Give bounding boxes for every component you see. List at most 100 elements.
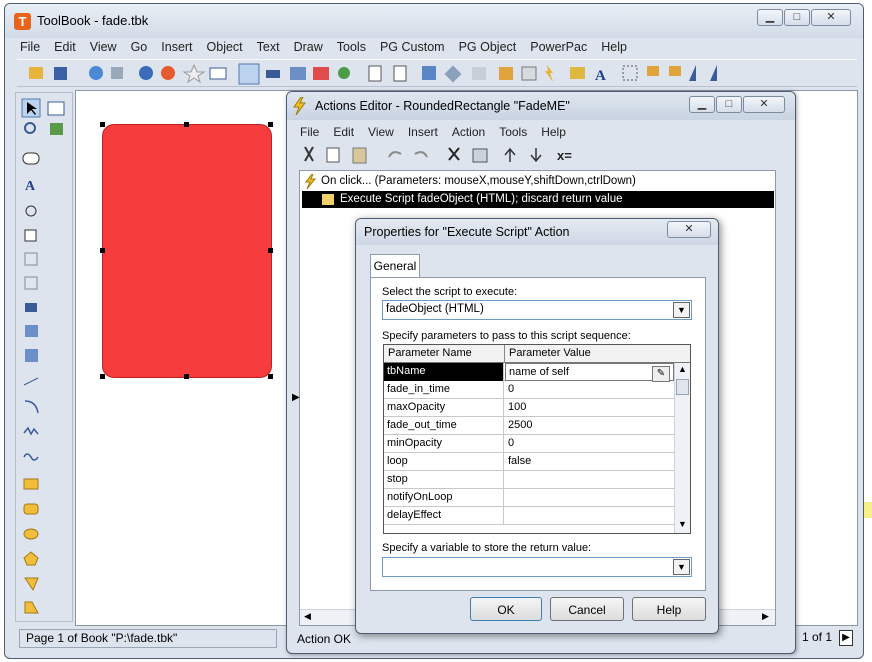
scroll-down-icon[interactable]: ▼: [678, 519, 687, 529]
dialog-close-button[interactable]: ✕: [667, 221, 711, 238]
variable-icon: x=: [557, 148, 572, 163]
editor-menu-insert[interactable]: Insert: [401, 123, 445, 141]
chevron-down-icon[interactable]: ▼: [673, 302, 690, 318]
selection-handle[interactable]: [100, 248, 105, 253]
param-row[interactable]: minOpacity 0: [384, 435, 674, 453]
param-row[interactable]: loop false: [384, 453, 674, 471]
editor-close-button[interactable]: ✕: [743, 96, 785, 113]
toolbar-icons[interactable]: A: [17, 60, 857, 88]
param-value[interactable]: [505, 489, 674, 507]
minimize-button[interactable]: ▁: [757, 9, 783, 26]
grid-body: tbName name of self fade_in_time 0 maxOpacit…: [384, 363, 674, 533]
app-title: ToolBook - fade.tbk: [37, 13, 149, 28]
cancel-button[interactable]: Cancel: [550, 597, 624, 621]
record-field-tool-icon: [24, 276, 38, 290]
selection-handle[interactable]: [268, 248, 273, 253]
menu-object[interactable]: Object: [200, 38, 250, 56]
editor-menu-view[interactable]: View: [361, 123, 401, 141]
next-page-button[interactable]: ▶: [839, 630, 853, 646]
radio-tool-icon: [25, 205, 37, 217]
menu-tools[interactable]: Tools: [330, 38, 373, 56]
line-tool-icon: [23, 377, 39, 386]
scroll-thumb[interactable]: [676, 379, 689, 395]
close-button[interactable]: ✕: [811, 9, 851, 26]
event-lightning-icon: [305, 174, 317, 189]
menu-go[interactable]: Go: [124, 38, 155, 56]
help-button[interactable]: Help: [632, 597, 706, 621]
menu-pg-object[interactable]: PG Object: [452, 38, 524, 56]
param-row[interactable]: maxOpacity 100: [384, 399, 674, 417]
menu-pg-custom[interactable]: PG Custom: [373, 38, 452, 56]
param-value[interactable]: 100: [505, 399, 674, 417]
menu-insert[interactable]: Insert: [154, 38, 199, 56]
scroll-up-icon[interactable]: ▲: [678, 364, 687, 374]
selection-handle[interactable]: [100, 374, 105, 379]
move-up-icon: [504, 147, 516, 162]
splitter-arrow-icon[interactable]: ▶: [292, 392, 300, 403]
ellipse-tool-icon: [23, 528, 39, 540]
param-name: fade_out_time: [384, 417, 504, 435]
editor-titlebar[interactable]: Actions Editor - RoundedRectangle "FadeM…: [287, 92, 795, 120]
param-value[interactable]: [505, 471, 674, 489]
selection-handle[interactable]: [268, 122, 273, 127]
editor-menu-edit[interactable]: Edit: [326, 123, 361, 141]
param-row[interactable]: fade_in_time 0: [384, 381, 674, 399]
param-value[interactable]: name of self: [505, 363, 674, 381]
scroll-left-icon[interactable]: ◀: [304, 611, 311, 622]
status-left: Page 1 of Book "P:\fade.tbk": [19, 629, 277, 648]
diamond-icon: [444, 65, 462, 83]
param-value[interactable]: 2500: [505, 417, 674, 435]
flip-icon: [689, 65, 696, 81]
scroll-right-icon[interactable]: ▶: [762, 611, 769, 622]
param-row[interactable]: fade_out_time 2500: [384, 417, 674, 435]
menu-help[interactable]: Help: [594, 38, 634, 56]
ok-button[interactable]: OK: [470, 597, 542, 621]
selection-handle[interactable]: [184, 122, 189, 127]
param-row[interactable]: stop: [384, 471, 674, 489]
dialog-titlebar[interactable]: Properties for "Execute Script" Action ✕: [356, 219, 718, 245]
editor-minimize-button[interactable]: ▁: [689, 96, 715, 113]
script-select[interactable]: fadeObject (HTML) ▼: [382, 300, 692, 320]
cell-edit-icon[interactable]: ✎: [652, 366, 670, 382]
menu-file[interactable]: File: [13, 38, 47, 56]
params-label: Specify parameters to pass to this scrip…: [382, 330, 631, 342]
col-value-header: Parameter Value: [509, 347, 591, 359]
grid-tool-icon: [25, 349, 38, 362]
param-row[interactable]: tbName name of self: [384, 363, 674, 381]
param-row[interactable]: notifyOnLoop: [384, 489, 674, 507]
tab-general[interactable]: General: [370, 254, 420, 278]
menu-draw[interactable]: Draw: [287, 38, 330, 56]
selected-action-row[interactable]: Execute Script fadeObject (HTML); discar…: [302, 191, 774, 208]
cut-icon: [304, 146, 314, 162]
editor-menu-help[interactable]: Help: [534, 123, 573, 141]
menu-edit[interactable]: Edit: [47, 38, 83, 56]
vertical-scrollbar[interactable]: ▲ ▼: [674, 363, 690, 533]
maximize-button[interactable]: □: [784, 9, 810, 26]
param-name: fade_in_time: [384, 381, 504, 399]
param-value[interactable]: [505, 507, 674, 525]
param-value[interactable]: false: [505, 453, 674, 471]
rounded-rectangle-fademe[interactable]: [102, 124, 272, 378]
param-row[interactable]: delayEffect: [384, 507, 674, 525]
param-value[interactable]: 0: [505, 381, 674, 399]
param-value[interactable]: 0: [505, 435, 674, 453]
return-select[interactable]: ▼: [382, 557, 692, 577]
polyline-tool-icon: [23, 426, 39, 436]
handler-node[interactable]: On click... (Parameters: mouseX,mouseY,s…: [321, 173, 636, 189]
selection-handle[interactable]: [100, 122, 105, 127]
tab-panel: Select the script to execute: fadeObject…: [370, 277, 706, 591]
param-name: minOpacity: [384, 435, 504, 453]
menu-text[interactable]: Text: [250, 38, 287, 56]
chevron-down-icon[interactable]: ▼: [673, 559, 690, 575]
editor-maximize-button[interactable]: □: [716, 96, 742, 113]
editor-menu-tools[interactable]: Tools: [492, 123, 534, 141]
menu-view[interactable]: View: [83, 38, 124, 56]
action-label: Execute Script fadeObject (HTML); discar…: [340, 193, 623, 205]
col-name-header: Parameter Name: [388, 347, 472, 359]
selection-handle[interactable]: [184, 374, 189, 379]
editor-menu-action[interactable]: Action: [445, 123, 492, 141]
toolbook-titlebar[interactable]: T ToolBook - fade.tbk ▁ □ ✕: [5, 4, 863, 38]
editor-menu-file[interactable]: File: [293, 123, 326, 141]
menu-powerpac[interactable]: PowerPac: [523, 38, 594, 56]
selection-handle[interactable]: [268, 374, 273, 379]
